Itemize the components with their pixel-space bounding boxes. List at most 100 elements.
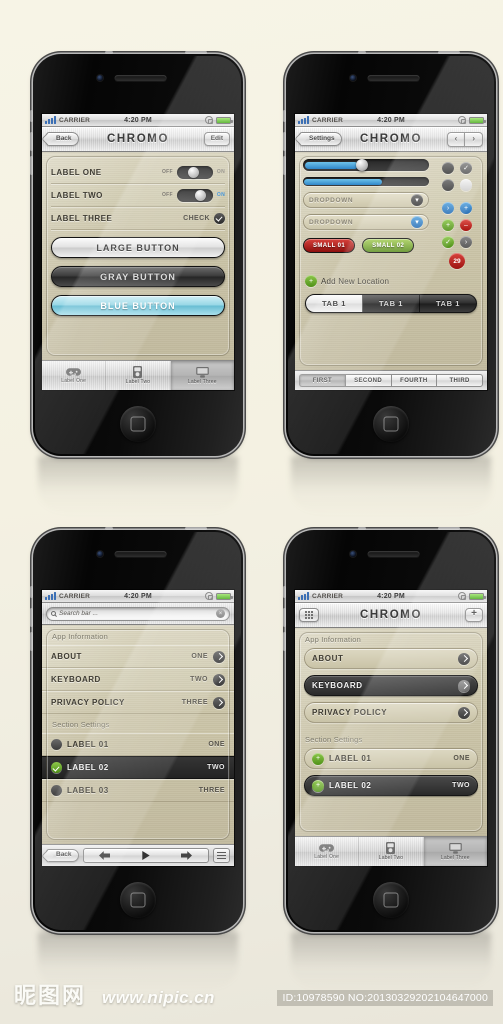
tab-1[interactable]: TAB 1 [306,295,363,312]
segment-first[interactable]: FIRST [299,374,345,387]
plus-blue-icon[interactable]: + [460,202,472,214]
tab-label-two[interactable]: Label Two [106,361,171,390]
circle-dark-icon[interactable] [442,162,454,174]
row-value: ONE [191,653,208,660]
mute-switch[interactable] [438,50,460,54]
mute-switch[interactable] [438,526,460,530]
list-item[interactable]: ABOUT [304,648,478,669]
chevron-right-icon [213,696,225,709]
row-label: KEYBOARD [51,675,101,684]
tab-2[interactable]: TAB 1 [363,295,420,312]
hamburger-icon[interactable] [213,848,230,863]
check-gray-icon[interactable]: ✓ [460,162,472,174]
volume-down-button[interactable] [282,156,286,175]
segment-third[interactable]: THIRD [436,374,483,387]
segment-second[interactable]: SECOND [344,374,391,387]
tab-3[interactable]: TAB 1 [420,295,476,312]
plus-green-icon[interactable]: + [312,752,324,765]
chevron-gray-icon[interactable]: › [460,236,472,248]
add-new-location-row[interactable]: + Add New Location [295,269,487,287]
plus-green-icon: + [305,275,317,287]
mute-switch[interactable] [185,526,207,530]
list-item[interactable]: LABEL 01 ONE [42,733,234,756]
segment-fourth[interactable]: FOURTH [390,374,437,387]
toggle-switch-two[interactable] [176,188,213,202]
circle-white-icon[interactable] [460,179,472,191]
radio-icon[interactable] [51,785,62,796]
carrier-label: CARRIER [312,592,344,600]
row-label: LABEL 03 [67,786,109,795]
radio-icon[interactable] [51,739,62,750]
table-row[interactable]: LABEL TWO OFF ON [51,184,225,207]
home-button[interactable] [373,406,409,442]
silent-switch[interactable] [29,586,33,598]
add-button[interactable]: + [465,608,483,622]
list-item[interactable]: + LABEL 01 ONE [304,748,478,769]
home-button[interactable] [120,882,156,918]
table-row[interactable]: LABEL ONE OFF ON [51,161,225,184]
volume-down-button[interactable] [282,632,286,651]
plus-green-icon[interactable]: + [442,219,454,231]
circle-dark-icon[interactable] [442,179,454,191]
front-camera-icon [350,75,356,81]
tab-label-three[interactable]: Label Three [170,361,234,390]
volume-up-button[interactable] [282,132,286,151]
small-button-02[interactable]: SMALL 02 [362,238,415,253]
list-item-selected[interactable]: + LABEL 02 TWO [304,775,478,796]
volume-down-button[interactable] [29,156,33,175]
search-input[interactable]: Search bar ... × [46,606,230,621]
arrow-right-icon[interactable] [181,851,193,860]
search-bar-area: Search bar ... × [42,603,234,625]
tab-label-two[interactable]: Label Two [359,837,424,866]
chevron-right-icon [458,679,470,692]
list-item[interactable]: KEYBOARD TWO [42,668,234,691]
dropdown-1[interactable]: DROPDOWN ▾ [303,192,429,208]
large-button[interactable]: LARGE BUTTON [51,237,225,258]
list-item[interactable]: ABOUT ONE [42,645,234,668]
chevron-blue-icon[interactable]: › [442,202,454,214]
volume-down-button[interactable] [29,632,33,651]
tab-label-one[interactable]: Label One [42,361,107,390]
plus-green-icon[interactable]: + [312,779,324,792]
tab-label-one[interactable]: Label One [295,837,360,866]
gray-button[interactable]: GRAY BUTTON [51,266,225,287]
list-item-selected[interactable]: KEYBOARD [304,675,478,696]
front-camera-icon [97,551,103,557]
list-item[interactable]: LABEL 03 THREE [42,779,234,802]
next-button[interactable]: › [464,131,483,147]
volume-up-button[interactable] [29,608,33,627]
silent-switch[interactable] [282,586,286,598]
home-button[interactable] [373,882,409,918]
edit-button[interactable]: Edit [203,132,230,146]
clear-icon[interactable]: × [216,609,225,618]
radio-checked-icon[interactable] [51,762,62,773]
volume-slider[interactable] [303,159,429,171]
settings-back-button[interactable]: Settings [299,132,342,146]
toggle-switch-one[interactable] [176,165,213,179]
tab-label-three[interactable]: Label Three [423,837,487,866]
count-badge: 29 [449,253,465,269]
blue-button[interactable]: BLUE BUTTON [51,295,225,316]
image-id-label: ID:10978590 NO:20130329202104647000 [277,990,493,1006]
silent-switch[interactable] [282,110,286,122]
grid-icon[interactable] [299,607,320,623]
list-item[interactable]: PRIVACY POLICY [304,702,478,723]
mute-switch[interactable] [185,50,207,54]
list-item-selected[interactable]: LABEL 02 TWO [42,756,234,779]
check-circle-icon[interactable] [214,212,225,224]
minus-red-icon[interactable]: – [460,219,472,231]
back-button[interactable]: Back [46,848,79,863]
list-item[interactable]: PRIVACY POLICY THREE [42,691,234,714]
volume-up-button[interactable] [282,608,286,627]
dropdown-2[interactable]: DROPDOWN ▾ [303,214,429,230]
home-button[interactable] [120,406,156,442]
silent-switch[interactable] [29,110,33,122]
small-button-01[interactable]: SMALL 01 [303,238,356,253]
prev-button[interactable]: ‹ [446,131,465,147]
arrow-left-icon[interactable] [99,851,111,860]
play-icon[interactable] [142,851,150,860]
back-button[interactable]: Back [46,132,79,146]
table-row[interactable]: LABEL THREE CHECK [51,207,225,230]
check-green-icon[interactable]: ✓ [442,236,454,248]
volume-up-button[interactable] [29,132,33,151]
